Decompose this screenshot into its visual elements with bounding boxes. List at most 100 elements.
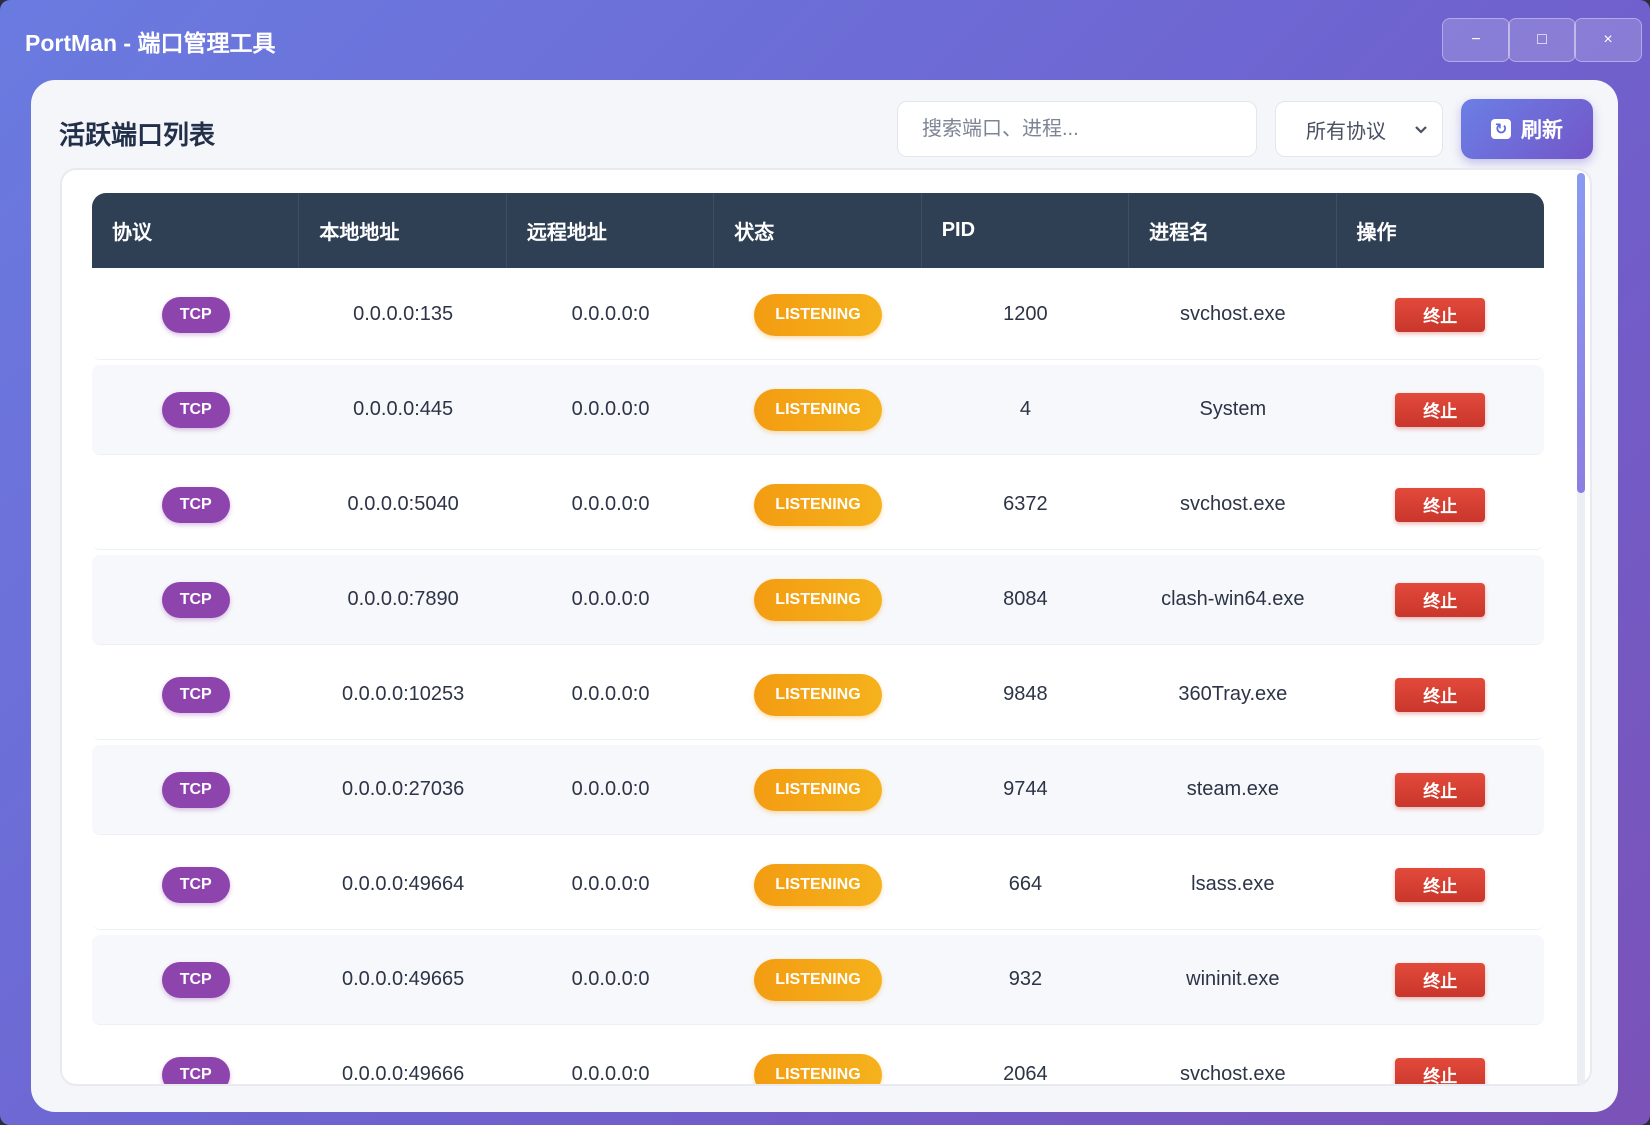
column-header: PID [922, 193, 1130, 268]
table-cell: LISTENING [714, 1053, 921, 1084]
table-cell: 0.0.0.0:0 [507, 873, 714, 896]
state-badge: LISTENING [753, 388, 882, 431]
kill-button[interactable]: 终止 [1395, 487, 1486, 522]
kill-button[interactable]: 终止 [1395, 867, 1486, 902]
window-title: PortMan - 端口管理工具 [25, 30, 276, 56]
table-cell: System [1129, 398, 1336, 421]
table-cell: 8084 [922, 588, 1129, 611]
table-cell: LISTENING [714, 673, 921, 716]
local-address-cell: 0.0.0.0:10253 [341, 683, 465, 705]
pid-cell: 1200 [1003, 303, 1048, 325]
kill-button[interactable]: 终止 [1395, 1057, 1486, 1084]
process-name-cell: 360Tray.exe [1178, 683, 1288, 705]
state-badge: LISTENING [753, 483, 882, 526]
local-address-cell: 0.0.0.0:7890 [347, 588, 459, 610]
table-row[interactable]: TCP 0.0.0.0:5040 0.0.0.0:0 LISTENING 6372 svc… [92, 460, 1544, 550]
table-cell: TCP [92, 391, 299, 428]
table-cell: 0.0.0.0:0 [507, 1063, 714, 1085]
state-badge: LISTENING [753, 1053, 882, 1084]
local-address-cell: 0.0.0.0:27036 [341, 778, 465, 800]
table-header: 协议 本地地址 远程地址 状态 PID 进程名 操作 [92, 193, 1544, 268]
table-row[interactable]: TCP 0.0.0.0:27036 0.0.0.0:0 LISTENING 9744 st… [92, 745, 1544, 835]
table-cell: 1200 [922, 303, 1129, 326]
close-button[interactable]: × [1574, 18, 1642, 62]
process-name-cell: svchost.exe [1180, 493, 1286, 515]
protocol-filter-value: 所有协议 [1306, 120, 1386, 143]
table-row[interactable]: TCP 0.0.0.0:49666 0.0.0.0:0 LISTENING 2064 sv… [92, 1030, 1544, 1085]
table-cell: svchost.exe [1129, 493, 1336, 516]
remote-address-cell: 0.0.0.0:0 [571, 1063, 650, 1085]
scrollbar[interactable] [1577, 173, 1585, 1085]
kill-button[interactable]: 终止 [1395, 962, 1486, 997]
table-cell: 9848 [922, 683, 1129, 706]
kill-button[interactable]: 终止 [1395, 392, 1486, 427]
pid-cell: 2064 [1003, 1063, 1048, 1085]
remote-address-cell: 0.0.0.0:0 [571, 778, 650, 800]
pid-cell: 664 [1008, 873, 1043, 895]
table-cell: svchost.exe [1129, 1063, 1336, 1084]
local-address-cell: 0.0.0.0:49664 [341, 873, 465, 895]
table-cell: 4 [922, 398, 1129, 421]
remote-address-cell: 0.0.0.0:0 [571, 398, 650, 420]
local-address-cell: 0.0.0.0:445 [353, 398, 454, 420]
table-cell: wininit.exe [1129, 968, 1336, 991]
table-cell: clash-win64.exe [1129, 588, 1336, 611]
table-row[interactable]: TCP 0.0.0.0:445 0.0.0.0:0 LISTENING 4 System 终… [92, 365, 1544, 455]
minimize-button[interactable]: − [1442, 18, 1510, 62]
table-cell: LISTENING [714, 768, 921, 811]
table-row[interactable]: TCP 0.0.0.0:7890 0.0.0.0:0 LISTENING 8084 cla… [92, 555, 1544, 645]
pid-cell: 6372 [1003, 493, 1048, 515]
kill-button[interactable]: 终止 [1395, 677, 1486, 712]
kill-button[interactable]: 终止 [1395, 772, 1486, 807]
protocol-badge: TCP [161, 676, 230, 713]
pid-cell: 9848 [1003, 683, 1048, 705]
chevron-down-icon [1415, 126, 1427, 134]
table-cell: 0.0.0.0:0 [507, 683, 714, 706]
port-table: 协议 本地地址 远程地址 状态 PID 进程名 操作 TCP 0.0.0.0:13… [60, 168, 1592, 1086]
scrollbar-thumb[interactable] [1577, 173, 1585, 493]
kill-button[interactable]: 终止 [1395, 297, 1486, 332]
table-cell: 9744 [922, 778, 1129, 801]
local-address-cell: 0.0.0.0:135 [353, 303, 454, 325]
table-row[interactable]: TCP 0.0.0.0:49665 0.0.0.0:0 LISTENING 932 win… [92, 935, 1544, 1025]
kill-button[interactable]: 终止 [1395, 582, 1486, 617]
state-badge: LISTENING [753, 293, 882, 336]
table-cell: TCP [92, 486, 299, 523]
table-cell: 终止 [1337, 1057, 1544, 1084]
table-cell: TCP [92, 771, 299, 808]
maximize-button[interactable]: □ [1508, 18, 1576, 62]
table-cell: 0.0.0.0:0 [507, 303, 714, 326]
table-cell: 0.0.0.0:0 [507, 778, 714, 801]
table-cell: LISTENING [714, 293, 921, 336]
protocol-filter-select[interactable]: 所有协议 [1275, 101, 1443, 157]
local-address-cell: 0.0.0.0:49665 [341, 968, 465, 990]
refresh-button[interactable]: ↻ 刷新 [1461, 99, 1593, 159]
table-cell: 终止 [1337, 582, 1544, 617]
table-cell: 0.0.0.0:0 [507, 968, 714, 991]
pid-cell: 932 [1008, 968, 1043, 990]
app-window: PortMan - 端口管理工具 − □ × 活跃端口列表 所有协议 ↻ 刷新 … [0, 0, 1650, 1125]
protocol-badge: TCP [161, 391, 230, 428]
table-cell: 终止 [1337, 962, 1544, 997]
protocol-badge: TCP [161, 1056, 230, 1084]
table-cell: 0.0.0.0:5040 [299, 493, 506, 516]
table-row[interactable]: TCP 0.0.0.0:49664 0.0.0.0:0 LISTENING 664 lsa… [92, 840, 1544, 930]
table-cell: 6372 [922, 493, 1129, 516]
remote-address-cell: 0.0.0.0:0 [571, 493, 650, 515]
pid-cell: 8084 [1003, 588, 1048, 610]
table-row[interactable]: TCP 0.0.0.0:10253 0.0.0.0:0 LISTENING 9848 36… [92, 650, 1544, 740]
table-cell: TCP [92, 961, 299, 998]
refresh-label: 刷新 [1521, 119, 1563, 142]
search-input[interactable] [897, 101, 1257, 157]
table-cell: LISTENING [714, 483, 921, 526]
process-name-cell: lsass.exe [1191, 873, 1275, 895]
table-cell: LISTENING [714, 388, 921, 431]
table-cell: steam.exe [1129, 778, 1336, 801]
process-name-cell: clash-win64.exe [1161, 588, 1305, 610]
table-cell: LISTENING [714, 958, 921, 1001]
table-cell: 932 [922, 968, 1129, 991]
table-row[interactable]: TCP 0.0.0.0:135 0.0.0.0:0 LISTENING 1200 svch… [92, 270, 1544, 360]
title-bar[interactable]: PortMan - 端口管理工具 − □ × [0, 0, 1650, 80]
table-cell: 0.0.0.0:49665 [299, 968, 506, 991]
table-cell: 360Tray.exe [1129, 683, 1336, 706]
